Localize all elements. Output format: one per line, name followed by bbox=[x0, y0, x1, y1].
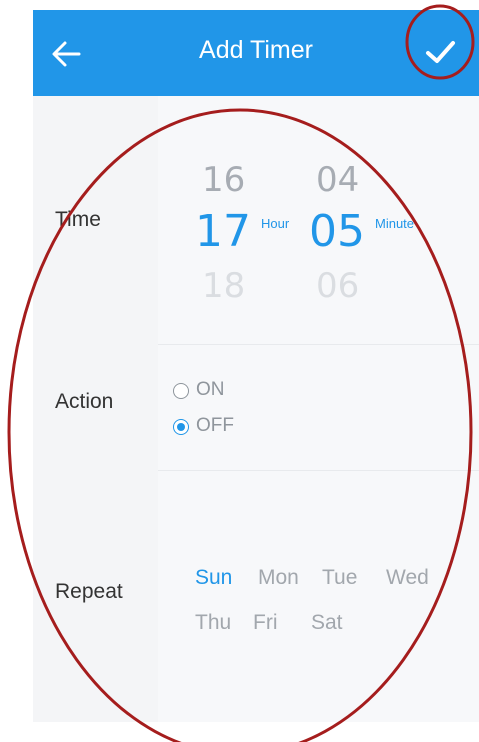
action-options: ON OFF bbox=[158, 344, 479, 471]
hour-selected[interactable]: 17 bbox=[195, 206, 251, 257]
day-sat[interactable]: Sat bbox=[311, 611, 343, 635]
time-picker: 16 17 18 Hour 04 05 06 Minute bbox=[158, 96, 479, 344]
checkmark-icon bbox=[426, 41, 455, 63]
day-wed[interactable]: Wed bbox=[386, 566, 429, 590]
day-tue[interactable]: Tue bbox=[322, 566, 357, 590]
hour-option-above[interactable]: 16 bbox=[202, 160, 245, 200]
day-mon[interactable]: Mon bbox=[258, 566, 299, 590]
minute-selected[interactable]: 05 bbox=[309, 206, 365, 257]
radio-on[interactable] bbox=[173, 383, 189, 399]
hour-unit-label: Hour bbox=[261, 216, 290, 231]
minute-option-below[interactable]: 06 bbox=[316, 266, 359, 306]
back-button[interactable] bbox=[45, 32, 93, 76]
day-sun[interactable]: Sun bbox=[195, 566, 232, 590]
row-labels-column: Time Action Repeat bbox=[33, 96, 158, 722]
header-bar: Add Timer bbox=[33, 10, 479, 96]
radio-off[interactable] bbox=[173, 419, 189, 435]
day-fri[interactable]: Fri bbox=[253, 611, 278, 635]
action-label: Action bbox=[55, 390, 114, 413]
confirm-button[interactable] bbox=[418, 30, 462, 74]
repeat-label: Repeat bbox=[55, 580, 123, 603]
action-on-label: ON bbox=[196, 379, 225, 400]
hour-option-below[interactable]: 18 bbox=[202, 266, 245, 306]
add-timer-screen: Add Timer Time Action Repeat 16 17 18 Ho… bbox=[33, 10, 479, 722]
minute-option-above[interactable]: 04 bbox=[316, 160, 359, 200]
day-thu[interactable]: Thu bbox=[195, 611, 231, 635]
back-arrow-icon bbox=[52, 41, 81, 67]
page-title: Add Timer bbox=[199, 36, 313, 64]
time-label: Time bbox=[55, 208, 101, 231]
action-off-label: OFF bbox=[196, 415, 234, 436]
minute-unit-label: Minute bbox=[375, 216, 415, 231]
repeat-days: Sun Mon Tue Wed Thu Fri Sat bbox=[158, 470, 479, 722]
